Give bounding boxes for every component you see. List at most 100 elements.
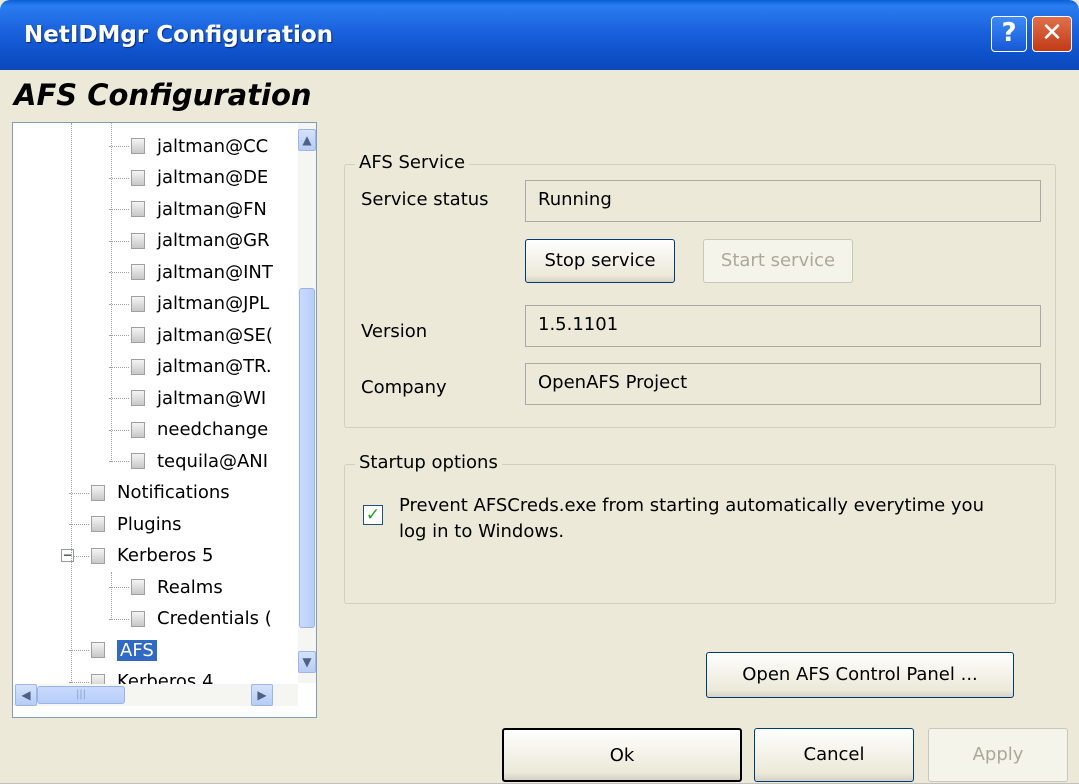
tree-item-label: Credentials (: [157, 608, 272, 629]
close-icon: ✕: [1041, 18, 1063, 48]
service-status-field: Running: [525, 180, 1041, 222]
tree-connector: [109, 335, 129, 336]
help-icon: ?: [1001, 18, 1017, 48]
prevent-afscreds-label-line1: Prevent AFSCreds.exe from starting autom…: [399, 495, 984, 516]
version-field: 1.5.1101: [525, 305, 1041, 347]
tree-connector: [109, 461, 129, 462]
tree-item[interactable]: Plugins: [91, 509, 181, 539]
collapse-icon[interactable]: −: [61, 548, 74, 562]
tree-item[interactable]: Realms: [131, 572, 223, 602]
tree-item[interactable]: jaltman@TR.: [131, 352, 272, 382]
tree-item-label: tequila@ANI: [157, 450, 269, 472]
tree-item-label: jaltman@TR.: [157, 356, 272, 377]
tree-connector: [109, 272, 129, 273]
startup-options-group-label: Startup options: [355, 452, 502, 473]
stop-service-button[interactable]: Stop service: [525, 239, 675, 283]
tree-vertical-scrollbar[interactable]: ▲ ▼: [298, 123, 316, 683]
tree-item-label: AFS: [117, 639, 157, 661]
tree-connector: [109, 209, 129, 210]
tree-horizontal-scrollbar[interactable]: ◀ ||| ▶: [13, 684, 298, 706]
tree-item[interactable]: jaltman@JPL: [131, 289, 269, 319]
tree-guide-line: [111, 123, 112, 462]
tree-item[interactable]: Notifications: [91, 478, 230, 508]
tree-node-icon: [131, 453, 145, 469]
tree-connector: [69, 492, 89, 494]
tree-item[interactable]: jaltman@INT: [131, 257, 273, 287]
tree-node-icon: [91, 547, 105, 564]
tree-node-icon: [131, 610, 145, 627]
tree-node-icon: [131, 169, 145, 186]
startup-options-group: Startup options ✓ Prevent AFSCreds.exe f…: [344, 452, 1056, 604]
tree-guide-line: [111, 572, 112, 620]
scroll-down-arrow-icon[interactable]: ▼: [298, 651, 316, 673]
close-button[interactable]: ✕: [1032, 16, 1072, 52]
tree-node-icon: [131, 232, 145, 249]
afs-service-group: AFS Service Service status Running Stop …: [344, 152, 1056, 428]
tree-connector: [69, 650, 89, 651]
tree-item[interactable]: jaltman@GR: [131, 226, 270, 256]
tree-item[interactable]: jaltman@CC: [131, 131, 268, 161]
tree-node-icon: [91, 516, 105, 532]
tree-item[interactable]: jaltman@FN: [131, 194, 267, 224]
tree-item-label: jaltman@INT: [157, 261, 273, 283]
tree-item[interactable]: jaltman@DE: [131, 163, 268, 193]
afs-service-group-label: AFS Service: [355, 152, 470, 173]
tree-connector: [109, 240, 129, 242]
tree-connector: [109, 366, 129, 368]
scroll-thumb[interactable]: [299, 288, 315, 628]
tree-item-label: Realms: [157, 576, 223, 598]
scroll-up-arrow-icon[interactable]: ▲: [298, 129, 316, 151]
page-title: AFS Configuration: [14, 78, 312, 112]
tree-connector: [109, 177, 129, 179]
title-bar: NetIDMgr Configuration ? ✕: [0, 0, 1079, 70]
tree-item[interactable]: jaltman@WI: [131, 383, 266, 413]
tree-guide-line: [71, 123, 72, 703]
tree-node-icon: [131, 201, 145, 217]
tree-item-label: jaltman@FN: [157, 198, 267, 220]
scroll-left-arrow-icon[interactable]: ◀: [15, 684, 37, 706]
tree-node-icon: [91, 642, 105, 658]
tree-item-label: jaltman@DE: [157, 167, 269, 188]
tree-connector: [109, 587, 129, 588]
ok-button[interactable]: Ok: [502, 728, 742, 782]
tree-item-label: Notifications: [117, 482, 230, 503]
tree-node-icon: [131, 327, 145, 343]
scroll-right-arrow-icon[interactable]: ▶: [251, 684, 273, 706]
window-title: NetIDMgr Configuration: [24, 22, 334, 48]
tree-item-label: needchange: [157, 419, 269, 440]
company-label: Company: [361, 377, 447, 398]
tree-node-icon: [91, 484, 105, 501]
tree-item[interactable]: needchange: [131, 415, 268, 445]
tree-item-label: Plugins: [117, 513, 182, 535]
company-field: OpenAFS Project: [525, 363, 1041, 405]
tree-item[interactable]: jaltman@SE(: [131, 320, 273, 350]
tree-item[interactable]: Kerberos 5: [91, 541, 213, 571]
tree-node-icon: [131, 138, 145, 154]
tree-node-icon: [131, 264, 145, 280]
tree-item-label: jaltman@JPL: [157, 293, 270, 314]
cancel-button[interactable]: Cancel: [754, 728, 914, 782]
tree-connector: [109, 618, 129, 620]
tree-item-label: jaltman@SE(: [157, 324, 273, 346]
tree-item-label: Kerberos 5: [117, 545, 214, 566]
tree-connector: [69, 524, 89, 525]
tree-node-icon: [131, 390, 145, 406]
config-tree[interactable]: jaltman@CC jaltman@DE jaltman@FN jaltman@GR…: [12, 122, 317, 718]
tree-item[interactable]: AFS: [91, 635, 157, 665]
open-control-panel-button[interactable]: Open AFS Control Panel ...: [706, 652, 1014, 698]
horizontal-scroll-thumb[interactable]: |||: [37, 686, 125, 704]
tree-node-icon: [131, 579, 145, 595]
help-button[interactable]: ?: [991, 16, 1027, 52]
start-service-button[interactable]: Start service: [703, 239, 853, 283]
tree-connector: [109, 146, 129, 147]
tree-item[interactable]: tequila@ANI: [131, 446, 268, 476]
tree-node-icon: [131, 295, 145, 312]
tree-item[interactable]: Credentials (: [131, 604, 272, 634]
apply-button[interactable]: Apply: [928, 728, 1068, 782]
tree-connector: [109, 429, 129, 431]
version-label: Version: [361, 321, 428, 342]
prevent-afscreds-label-line2: log in to Windows.: [399, 521, 565, 542]
checkmark-icon: ✓: [365, 505, 381, 525]
tree-connector: [109, 398, 129, 399]
prevent-afscreds-checkbox[interactable]: ✓: [363, 505, 383, 525]
